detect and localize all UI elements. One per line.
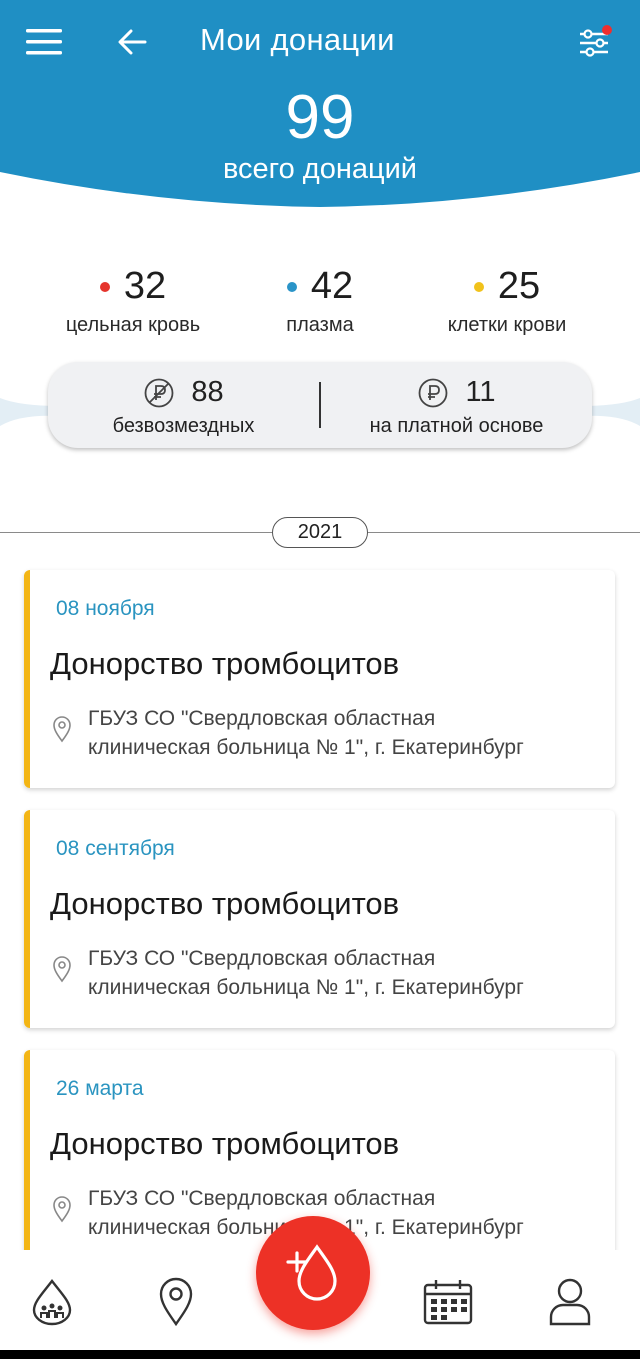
stat-value: 25: [497, 265, 541, 307]
nav-community[interactable]: [22, 1272, 82, 1332]
donation-date: 26 марта: [56, 1077, 144, 1100]
stat-label: цельная кровь: [65, 314, 201, 336]
nav-calendar[interactable]: [418, 1272, 478, 1332]
card-accent-bar: [24, 810, 30, 1028]
profile-icon: [549, 1278, 591, 1326]
stat-whole-blood: 32 цельная кровь: [40, 265, 226, 337]
no-ruble-icon: [144, 378, 174, 407]
address-line-1: ГБУЗ СО "Свердловская областная: [88, 707, 436, 730]
donation-date: 08 ноября: [56, 597, 155, 620]
stat-value: 32: [123, 265, 167, 307]
donation-card[interactable]: 08 ноября Донорство тромбоцитов ГБУЗ СО …: [24, 570, 615, 788]
donation-title: Донорство тромбоцитов: [50, 1126, 400, 1161]
menu-button[interactable]: [18, 20, 70, 64]
donation-list: 08 ноября Донорство тромбоцитов ГБУЗ СО …: [24, 570, 616, 1290]
location-pin-icon: [53, 716, 71, 743]
address-line-2: клиническая больница № 1", г. Екатеринбу…: [88, 976, 524, 999]
system-navigation-bar: [0, 1350, 640, 1359]
filter-active-badge: [602, 25, 612, 35]
donation-address: ГБУЗ СО "Свердловская областная клиничес…: [88, 944, 608, 1002]
ruble-icon: [419, 378, 448, 407]
donation-date: 08 сентября: [56, 837, 175, 860]
payment-summary: 88 безвозмездных 11 на платной основе: [0, 362, 640, 452]
app-header: Мои донации 99 всего донаций: [0, 0, 640, 215]
free-donations-value: 88: [191, 376, 224, 408]
stat-blood-cells: 25 клетки крови: [414, 265, 600, 337]
blood-cells-dot: [473, 281, 484, 292]
calendar-icon: [423, 1280, 473, 1325]
back-button[interactable]: [108, 20, 156, 64]
donors-community-icon: [32, 1279, 72, 1326]
address-line-2: клиническая больница № 1", г. Екатеринбу…: [88, 736, 524, 759]
arrow-left-icon: [118, 29, 147, 55]
card-accent-bar: [24, 1050, 30, 1268]
page-title: Мои донации: [200, 22, 395, 57]
address-line-1: ГБУЗ СО "Свердловская областная: [88, 947, 436, 970]
donation-title: Донорство тромбоцитов: [50, 646, 400, 681]
donation-address: ГБУЗ СО "Свердловская областная клиничес…: [88, 704, 608, 762]
filter-button[interactable]: [568, 18, 620, 66]
year-badge: 2021: [272, 517, 368, 548]
free-donations: 88 безвозмездных: [48, 373, 319, 438]
map-pin-icon: [159, 1277, 193, 1327]
year-separator: 2021: [0, 517, 640, 549]
free-donations-label: безвозмездных: [112, 414, 255, 437]
nav-map[interactable]: [146, 1272, 206, 1332]
add-donation-icon: [286, 1244, 337, 1301]
whole-blood-dot: [99, 281, 110, 292]
address-line-1: ГБУЗ СО "Свердловская областная: [88, 1187, 436, 1210]
donation-type-stats: 32 цельная кровь 42 плазма 25 клетки кро…: [40, 265, 600, 337]
paid-donations-value: 11: [465, 376, 496, 408]
donation-title: Донорство тромбоцитов: [50, 886, 400, 921]
donation-card[interactable]: 08 сентября Донорство тромбоцитов ГБУЗ С…: [24, 810, 615, 1028]
card-accent-bar: [24, 570, 30, 788]
location-pin-icon: [53, 956, 71, 983]
hamburger-icon: [26, 29, 62, 55]
sliders-filter-icon: [580, 25, 612, 57]
total-donations-label: всего донаций: [222, 153, 418, 185]
stat-value: 42: [310, 265, 354, 307]
location-pin-icon: [53, 1196, 71, 1223]
stat-label: плазма: [286, 314, 354, 336]
nav-profile[interactable]: [540, 1272, 600, 1332]
stat-plasma: 42 плазма: [227, 265, 413, 337]
total-donations-count: 99: [285, 83, 355, 152]
paid-donations-label: на платной основе: [369, 414, 544, 437]
paid-donations: 11 на платной основе: [321, 373, 592, 438]
add-donation-button[interactable]: [256, 1216, 370, 1330]
plasma-dot: [286, 281, 297, 292]
stat-label: клетки крови: [447, 314, 567, 336]
payment-pill: 88 безвозмездных 11 на платной основе: [48, 362, 592, 448]
